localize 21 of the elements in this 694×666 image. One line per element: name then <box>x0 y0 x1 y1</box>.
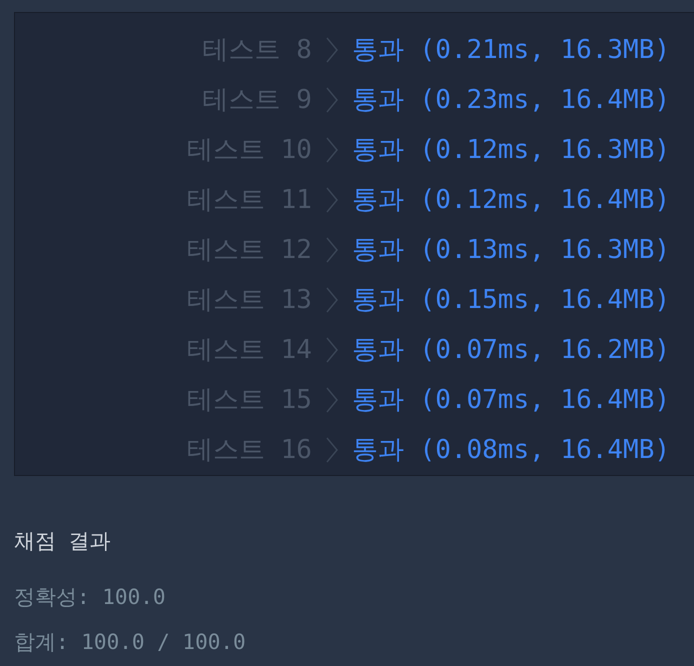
test-result: 통과 (0.07ms, 16.2MB) <box>352 334 670 366</box>
chevron-icon <box>326 437 338 463</box>
test-result: 통과 (0.08ms, 16.4MB) <box>352 434 670 466</box>
test-result: 통과 (0.07ms, 16.4MB) <box>352 384 670 416</box>
accuracy-score: 정확성: 100.0 <box>14 584 166 608</box>
test-result: 통과 (0.15ms, 16.4MB) <box>352 284 670 316</box>
chevron-icon <box>326 187 338 213</box>
chevron-icon <box>326 337 338 363</box>
chevron-icon <box>326 37 338 63</box>
section-title: 채점 결과 <box>14 529 111 553</box>
test-result: 통과 (0.12ms, 16.4MB) <box>352 184 670 216</box>
chevron-icon <box>326 237 338 263</box>
test-result: 통과 (0.21ms, 16.3MB) <box>352 34 670 66</box>
chevron-icon <box>326 137 338 163</box>
chevron-icon <box>326 87 338 113</box>
chevron-icon <box>326 287 338 313</box>
test-result: 통과 (0.23ms, 16.4MB) <box>352 84 670 116</box>
test-result: 통과 (0.12ms, 16.3MB) <box>352 134 670 166</box>
total-score: 합계: 100.0 / 100.0 <box>14 630 246 654</box>
test-result: 통과 (0.13ms, 16.3MB) <box>352 234 670 266</box>
chevron-icon <box>326 387 338 413</box>
